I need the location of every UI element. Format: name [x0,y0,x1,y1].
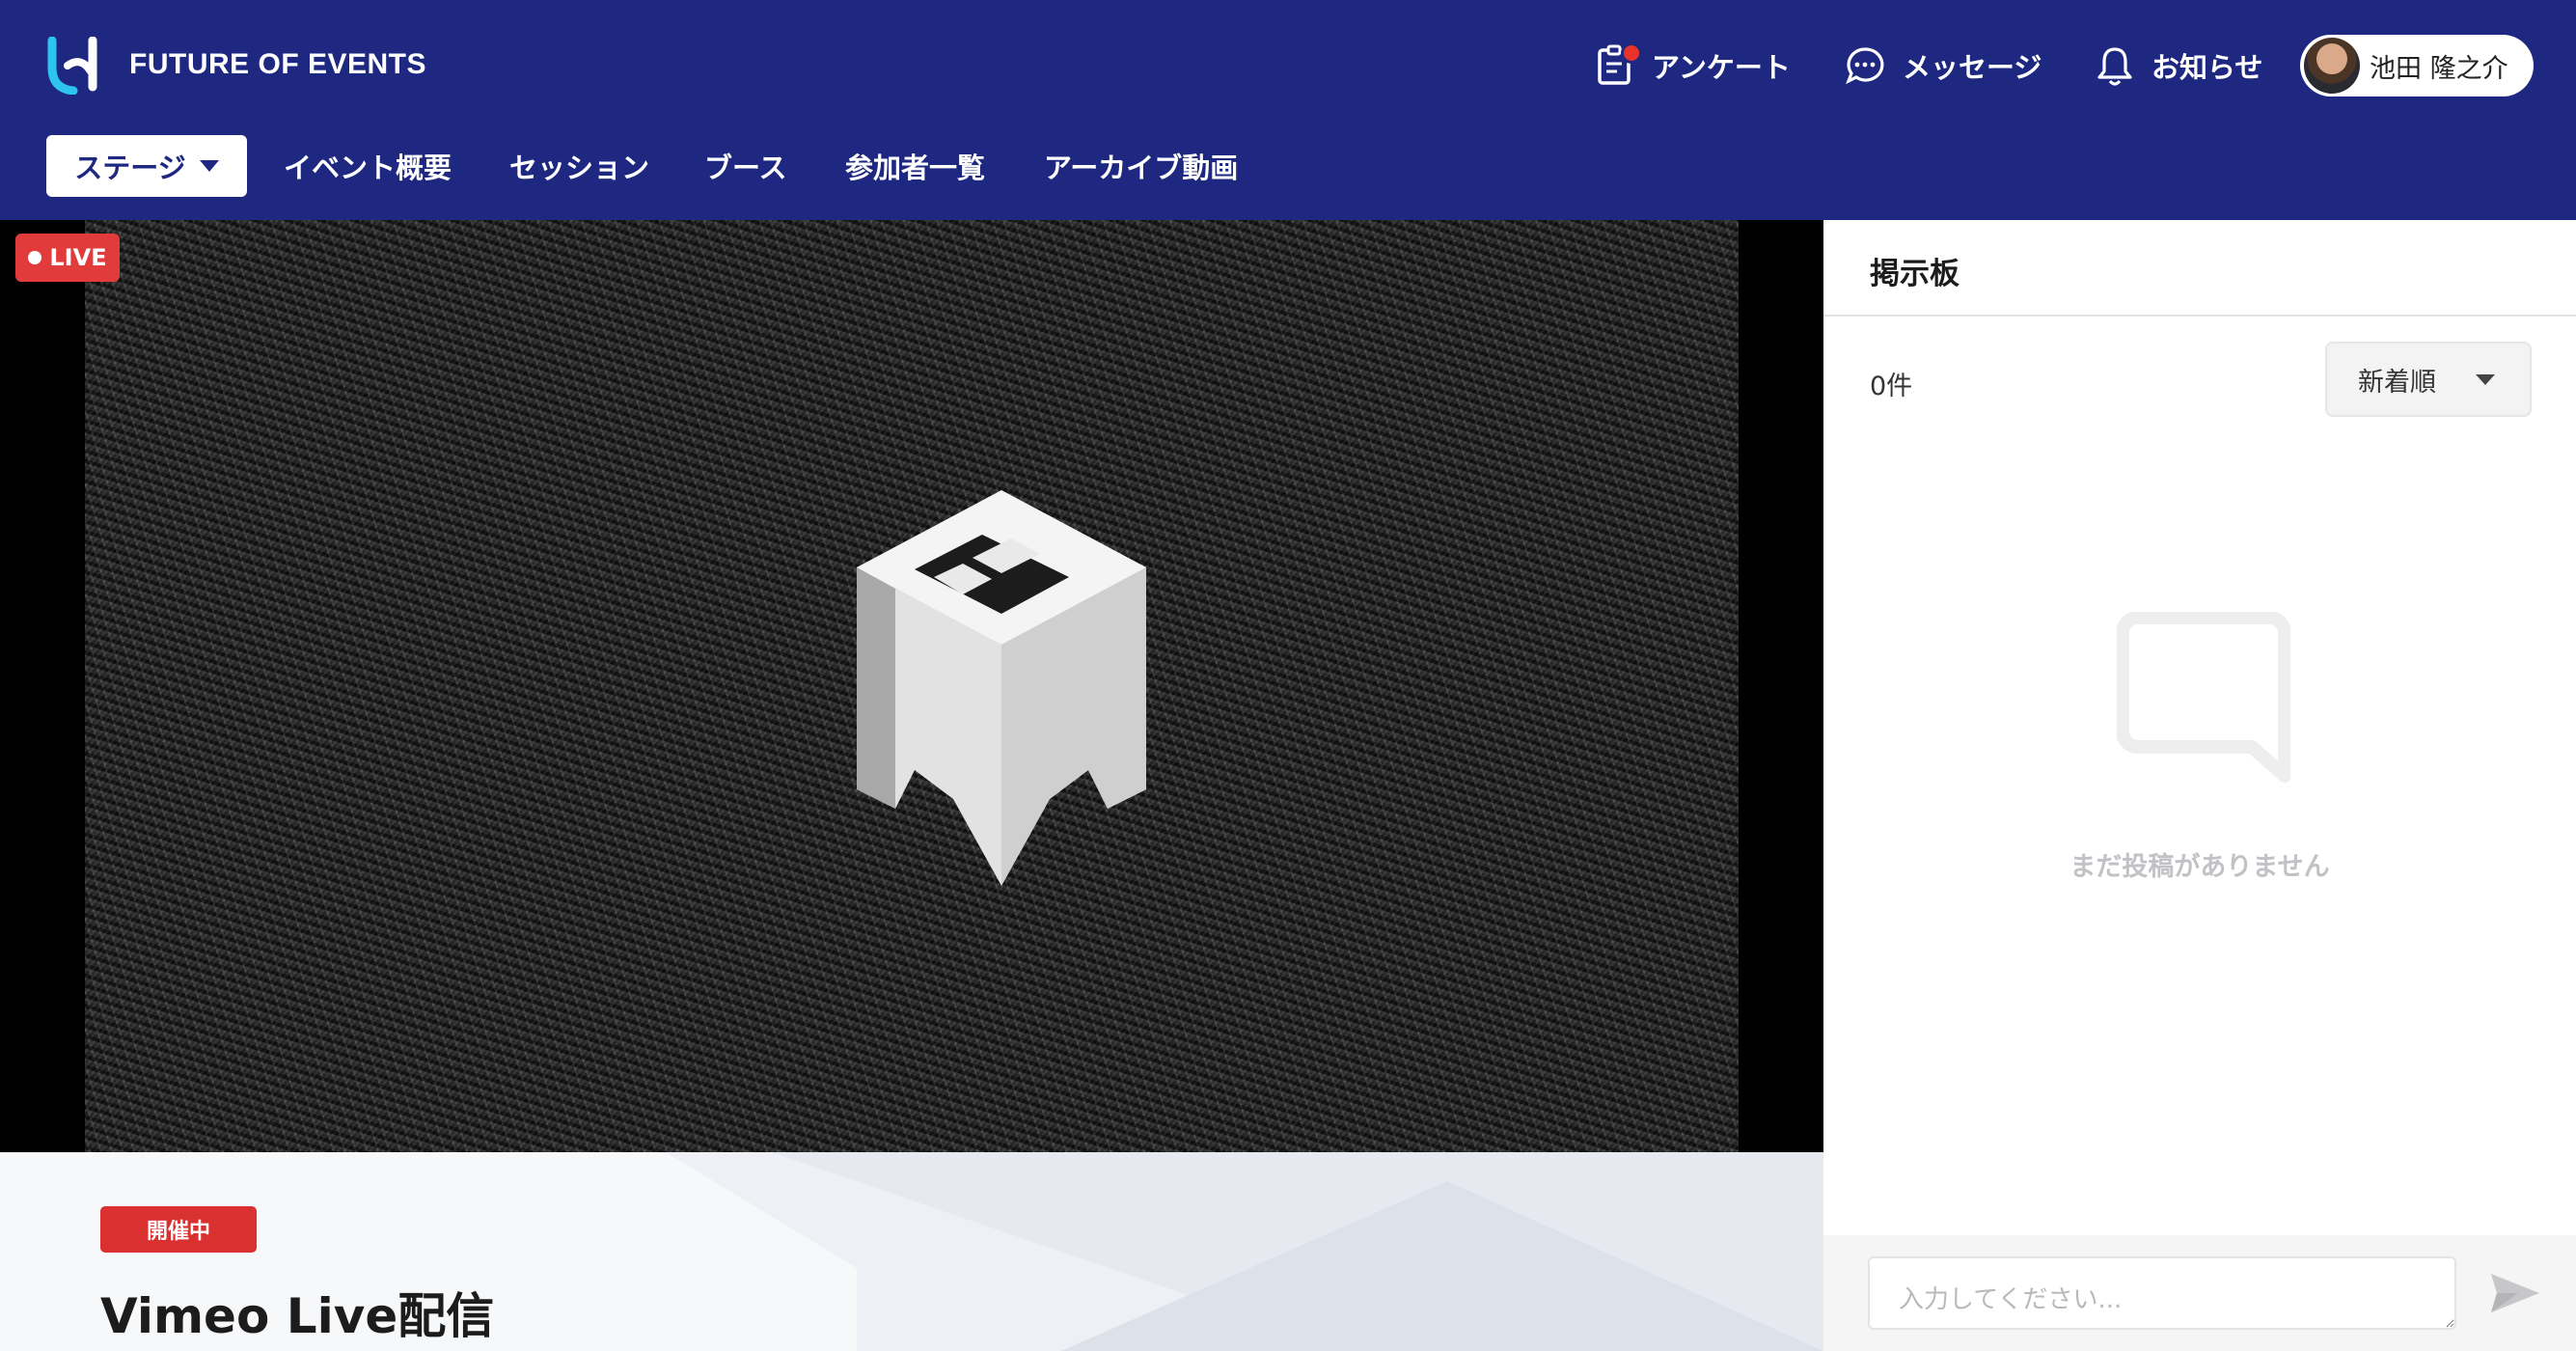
nav-stage-dropdown[interactable]: ステージ [46,135,247,197]
empty-message: まだ投稿がありません [2069,852,2330,882]
live-label: LIVE [49,244,107,271]
notifications-button[interactable]: お知らせ [2096,37,2262,95]
nav-item-attendees[interactable]: 参加者一覧 [845,135,985,197]
video-player[interactable]: LIVE [0,220,1823,1152]
nav-item-archive[interactable]: アーカイブ動画 [1044,135,1238,197]
sort-select[interactable]: 新着順 [2325,342,2532,417]
cube-logo-image [857,490,1146,886]
event-title: Vimeo Live配信 [100,1288,495,1344]
empty-chat-icon [2117,612,2290,783]
chevron-down-icon [199,160,219,172]
post-count: 0件 [1870,372,1913,401]
top-header: FUTURE OF EVENTS アンケート メッセージ お知らせ 池田 隆之介… [0,0,2576,220]
nav-item-overview[interactable]: イベント概要 [284,135,452,197]
logo-icon[interactable] [46,37,104,95]
event-info: 開催中 Vimeo Live配信 [0,1152,1823,1351]
nav-item-booths[interactable]: ブース [704,135,787,197]
bulletin-board: 掲示板 0件 新着順 まだ投稿がありません [1823,220,2576,1351]
user-name: 池田 隆之介 [2370,53,2508,84]
messages-label: メッセージ [1903,51,2042,84]
live-badge: LIVE [15,234,120,282]
bell-icon [2097,47,2132,86]
messages-button[interactable]: メッセージ [1845,37,2042,95]
nav-stage-label: ステージ [74,152,186,184]
nav-item-sessions[interactable]: セッション [509,135,649,197]
message-input[interactable] [1868,1256,2456,1330]
user-menu[interactable]: 池田 隆之介 [2300,35,2534,96]
survey-notification-dot [1621,42,1642,64]
brand-name[interactable]: FUTURE OF EVENTS [129,48,426,81]
survey-button[interactable]: アンケート [1596,37,1791,95]
survey-label: アンケート [1652,51,1791,84]
message-icon [1846,47,1884,85]
post-composer [1823,1235,2576,1351]
chevron-down-icon [2476,374,2495,385]
status-badge: 開催中 [100,1206,257,1253]
send-icon[interactable] [2489,1270,2541,1316]
board-divider [1823,315,2576,317]
notifications-label: お知らせ [2151,51,2263,84]
video-frame[interactable] [85,220,1739,1152]
avatar [2304,38,2360,94]
main-nav: ステージ イベント概要 セッション ブース 参加者一覧 アーカイブ動画 [0,135,1351,197]
live-dot-icon [28,251,42,264]
board-title: 掲示板 [1870,257,1959,291]
sort-label: 新着順 [2358,367,2436,398]
app-root: FUTURE OF EVENTS アンケート メッセージ お知らせ 池田 隆之介… [0,0,2576,1351]
